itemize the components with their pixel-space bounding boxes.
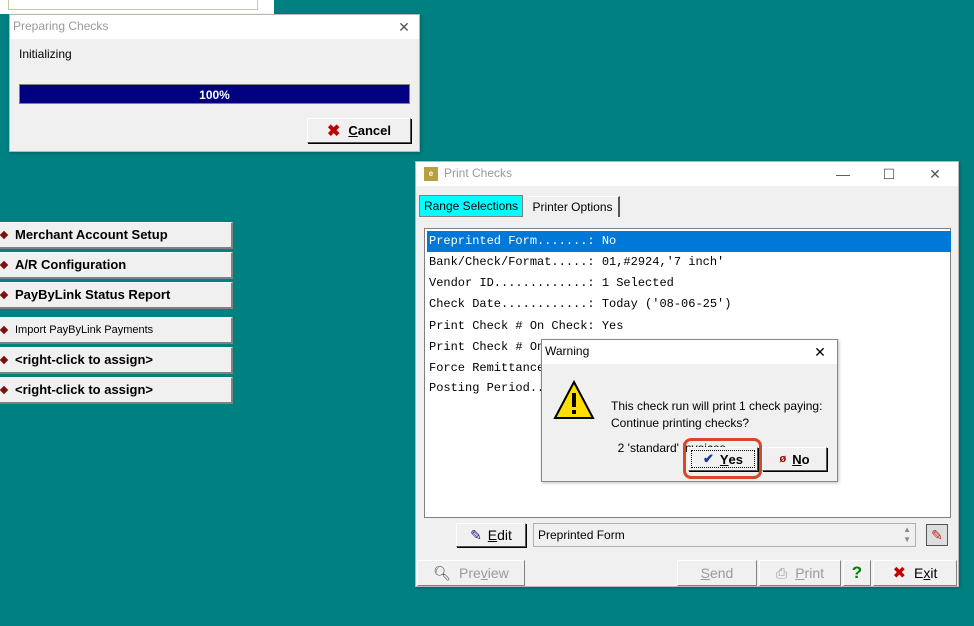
warning-question: Continue printing checks? <box>611 416 750 430</box>
list-row-selected[interactable]: Preprinted Form.......: No <box>427 231 951 252</box>
warning-message-line: This check run will print 1 check paying… <box>611 399 823 413</box>
bullet-icon <box>0 385 9 395</box>
maximize-icon[interactable]: ☐ <box>866 162 912 186</box>
list-row[interactable]: Bank/Check/Format.....: 01,#2924,'7 inch… <box>427 252 951 273</box>
yes-button[interactable]: ✔ Yes <box>688 447 758 471</box>
spinner-icon[interactable]: ▲ ▼ <box>903 525 911 545</box>
print-button[interactable]: ⎙ Print <box>759 560 841 586</box>
warning-icon <box>553 380 595 419</box>
send-button[interactable]: Send <box>677 560 757 586</box>
help-button[interactable]: ? <box>843 560 871 586</box>
background-window-fragment <box>0 0 274 14</box>
progress-bar: 100% <box>19 84 410 104</box>
window-title: Print Checks <box>444 166 513 180</box>
list-row[interactable]: Check Date............: Today ('08-06-25… <box>427 294 951 315</box>
app-icon: e <box>424 167 438 181</box>
title-bar: e Print Checks — ☐ ✕ <box>416 162 958 186</box>
checkmark-icon: ✔ <box>702 451 714 466</box>
warning-dialog: Warning ✕ This check run will print 1 ch… <box>541 339 838 482</box>
exit-button[interactable]: ✖ Ex it <box>873 560 957 586</box>
preparing-checks-window: Preparing Checks ✕ Initializing 100% ✖ C… <box>9 14 420 152</box>
edit-field-icon[interactable]: ✎ <box>926 524 948 546</box>
bullet-icon <box>0 290 9 300</box>
bullet-icon <box>0 325 9 335</box>
exit-icon: ✖ <box>892 565 907 582</box>
menu-item-merchant-account-setup[interactable]: Merchant Account Setup <box>0 222 233 249</box>
status-text: Initializing <box>19 47 72 61</box>
close-icon[interactable]: ✕ <box>389 15 419 39</box>
menu-item-paybylink-status-report[interactable]: PayByLink Status Report <box>0 282 233 309</box>
cancel-button[interactable]: ✖ Cancel <box>307 118 411 143</box>
title-bar: Preparing Checks ✕ <box>10 15 419 39</box>
bullet-icon <box>0 260 9 270</box>
edit-button[interactable]: ✎ Edit <box>456 523 526 547</box>
menu-item-unassigned-1[interactable]: <right-click to assign> <box>0 347 233 374</box>
magnifier-icon: 🔍︎ <box>433 564 451 581</box>
cancel-icon: ✖ <box>326 122 341 140</box>
printer-icon: ⎙ <box>776 564 788 581</box>
bottom-toolbar: 🔍︎ Preview Send ⎙ Print ? ✖ Ex it <box>416 560 960 588</box>
tab-printer-options[interactable]: Printer Options <box>527 196 620 217</box>
tab-range-selections[interactable]: Range Selections <box>419 195 523 217</box>
preview-button[interactable]: 🔍︎ Preview <box>417 560 525 586</box>
progress-label: 100% <box>199 88 230 102</box>
pencil-icon: ✎ <box>470 526 482 543</box>
list-row[interactable]: Vendor ID.............: 1 Selected <box>427 273 951 294</box>
bullet-icon <box>0 355 9 365</box>
no-button[interactable]: ø No <box>762 447 827 471</box>
field-value-input[interactable]: Preprinted Form ▲ ▼ <box>533 523 916 547</box>
list-row[interactable]: Print Check # On Check: Yes <box>427 316 951 337</box>
close-icon[interactable]: ✕ <box>912 162 958 186</box>
menu-item-unassigned-2[interactable]: <right-click to assign> <box>0 377 233 404</box>
no-icon: ø <box>779 453 787 465</box>
dialog-title: Warning <box>545 344 590 358</box>
menu-item-import-paybylink-payments[interactable]: Import PayByLink Payments <box>0 317 233 344</box>
title-bar: Warning ✕ <box>542 340 837 364</box>
window-title: Preparing Checks <box>13 19 109 33</box>
minimize-icon[interactable]: — <box>820 162 866 186</box>
bullet-icon <box>0 230 9 240</box>
close-icon[interactable]: ✕ <box>803 340 837 364</box>
menu-item-ar-configuration[interactable]: A/R Configuration <box>0 252 233 279</box>
